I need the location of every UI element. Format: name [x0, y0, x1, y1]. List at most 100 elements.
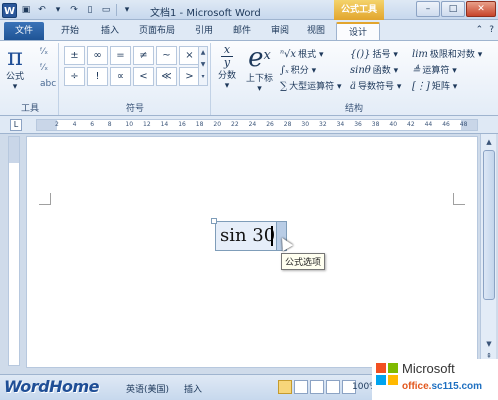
maximize-button[interactable]: □	[441, 1, 465, 17]
help-icon[interactable]: ?	[489, 25, 494, 35]
language-status[interactable]: 英语(美国)	[126, 382, 169, 395]
equation-move-handle[interactable]	[211, 218, 217, 224]
symbol-greater-than[interactable]: >	[179, 67, 200, 86]
web-layout-view-button[interactable]	[310, 380, 324, 394]
tab-references[interactable]: 引用	[186, 22, 222, 40]
full-screen-view-button[interactable]	[294, 380, 308, 394]
symbol-equals[interactable]: =	[110, 46, 131, 65]
linear-format-icon[interactable]: ᶠ⁄ₓ	[40, 63, 48, 73]
matrix-button[interactable]: [⋮] 矩阵 ▾	[412, 79, 457, 92]
equation-dropdown-icon: ▾	[12, 82, 18, 92]
left-margin-region	[37, 120, 57, 130]
tab-design[interactable]: 设计	[336, 22, 380, 40]
ruler-tick-label: 24	[248, 121, 257, 128]
structures-group: xy 分数 ▾ ex 上下标 ▾ ⁿ√x 根式 ▾ ∫ₓ 积分 ▾ ∑ 大型运算符 ▾…	[212, 43, 496, 115]
insert-mode-status[interactable]: 插入	[184, 382, 202, 395]
radical-button[interactable]: ⁿ√x 根式 ▾	[280, 47, 323, 60]
structures-group-label: 结构	[344, 104, 363, 114]
function-icon: sinθ	[350, 65, 371, 76]
print-layout-view-button[interactable]	[278, 380, 292, 394]
tab-home[interactable]: 开始	[52, 22, 88, 40]
scroll-down-icon[interactable]: ▼	[483, 338, 495, 350]
integral-icon: ∫ₓ	[280, 65, 289, 76]
ruler-tick-label: 10	[125, 121, 134, 128]
tab-view[interactable]: 视图	[300, 22, 332, 40]
symbol-not-equal[interactable]: ≠	[133, 46, 154, 65]
undo-dropdown-icon[interactable]: ▾	[51, 3, 65, 17]
site-url: office.sc115.com	[402, 381, 483, 392]
word-app-icon[interactable]: W	[2, 2, 17, 18]
symbol-divide[interactable]: ÷	[64, 67, 85, 86]
accent-button[interactable]: ä 导数符号 ▾	[350, 79, 401, 92]
vertical-scrollbar[interactable]: ▲ ▼ ⇞ ⇟	[480, 134, 496, 372]
symbols-group: ± ∞ = ≠ ~ × ÷ ! ∝ < ≪ > ▲ ▼ ▾ 符号	[60, 43, 211, 115]
document-page[interactable]: sin 30 公式选项	[26, 136, 478, 368]
script-button[interactable]: ex 上下标 ▾	[246, 45, 273, 94]
tab-review[interactable]: 审阅	[262, 22, 298, 40]
document-area: sin 30 公式选项 ▲ ▼ ⇞ ⇟	[0, 134, 498, 374]
window-title: 文档1 - Microsoft Word	[150, 8, 261, 19]
window-controls: – □ ✕	[416, 1, 496, 17]
ruler-tick-label: 34	[336, 121, 345, 128]
wordhome-watermark: WordHome	[4, 377, 100, 396]
ribbon: π 公式 ▾ ᶠ⁄ₓ ᶠ⁄ₓ abc 工具 ± ∞ = ≠ ~ × ÷ ! ∝ …	[0, 40, 498, 116]
horizontal-ruler[interactable]: 2 4 6 8 10 12 14 16 18 20 22 24 26 28 30 32 34 36 38 40 42 44…	[36, 119, 478, 131]
ruler-tick-label: 32	[319, 121, 327, 128]
ruler-tick-label: 26	[266, 121, 274, 128]
tools-group-label: 工具	[20, 104, 39, 114]
ruler-tick-label: 46	[442, 121, 450, 128]
large-operator-button[interactable]: ∑ 大型运算符 ▾	[280, 79, 342, 92]
redo-icon[interactable]: ↷	[67, 3, 81, 17]
tab-page-layout[interactable]: 页面布局	[132, 22, 182, 40]
scrollbar-thumb[interactable]	[483, 150, 495, 300]
vertical-ruler[interactable]	[8, 136, 20, 366]
symbol-infinity[interactable]: ∞	[87, 46, 108, 65]
minimize-ribbon-icon[interactable]: ⌃	[476, 25, 484, 35]
symbol-proportional[interactable]: ∝	[110, 67, 131, 86]
symbol-gallery-scroll[interactable]: ▲ ▼ ▾	[198, 46, 208, 86]
bracket-button[interactable]: {()} 括号 ▾	[350, 47, 398, 60]
tab-file[interactable]: 文件	[4, 22, 44, 40]
equation-text[interactable]: sin 30	[220, 226, 275, 246]
fraction-button[interactable]: xy 分数 ▾	[218, 44, 236, 91]
function-button[interactable]: sinθ 函数 ▾	[350, 63, 398, 76]
save-icon[interactable]: ▣	[19, 3, 33, 17]
symbol-less-than[interactable]: <	[133, 67, 154, 86]
limit-log-button[interactable]: lim 极限和对数 ▾	[412, 47, 482, 60]
ruler-tick-label: 38	[371, 121, 380, 128]
ruler-bar: L 2 4 6 8 10 12 14 16 18 20 22 24 26 28 30 32 34 36 38 40 42…	[0, 116, 498, 134]
symbol-much-less[interactable]: ≪	[156, 67, 177, 86]
scroll-up-icon[interactable]: ▲	[483, 136, 495, 148]
symbol-tilde[interactable]: ~	[156, 46, 177, 65]
equation-button[interactable]: π 公式 ▾	[6, 45, 24, 92]
ruler-tick-label: 30	[301, 121, 310, 128]
open-folder-icon[interactable]: ▭	[99, 3, 113, 17]
tab-mailings[interactable]: 邮件	[224, 22, 260, 40]
tab-selector[interactable]: L	[10, 119, 22, 131]
tab-insert[interactable]: 插入	[92, 22, 128, 40]
equation-container[interactable]: sin 30	[211, 218, 287, 251]
symbol-plus-minus[interactable]: ±	[64, 46, 85, 65]
outline-view-button[interactable]	[326, 380, 340, 394]
script-dropdown-icon: ▾	[257, 84, 262, 94]
professional-format-icon[interactable]: ᶠ⁄ₓ	[40, 47, 48, 57]
minimize-button[interactable]: –	[416, 1, 440, 17]
normal-text-icon[interactable]: abc	[40, 79, 56, 89]
close-button[interactable]: ✕	[466, 1, 496, 17]
view-buttons	[278, 380, 356, 394]
ruler-tick-label: 22	[231, 121, 239, 128]
symbols-group-label: 符号	[125, 104, 144, 114]
crop-mark-top-left	[39, 193, 51, 205]
symbol-factorial[interactable]: !	[87, 67, 108, 86]
fraction-icon: xy	[221, 44, 233, 68]
new-document-icon[interactable]: ▯	[83, 3, 97, 17]
customize-qat-icon[interactable]: ▾	[120, 3, 134, 17]
windows-logo-icon	[376, 363, 398, 385]
integral-button[interactable]: ∫ₓ 积分 ▾	[280, 63, 316, 76]
undo-icon[interactable]: ↶	[35, 3, 49, 17]
qat-separator	[116, 4, 117, 16]
equation-tools-context-title: 公式工具	[334, 0, 384, 20]
operator-button[interactable]: ≜ 运算符 ▾	[412, 63, 457, 76]
ruler-tick-label: 18	[195, 121, 204, 128]
symbol-times[interactable]: ×	[179, 46, 200, 65]
